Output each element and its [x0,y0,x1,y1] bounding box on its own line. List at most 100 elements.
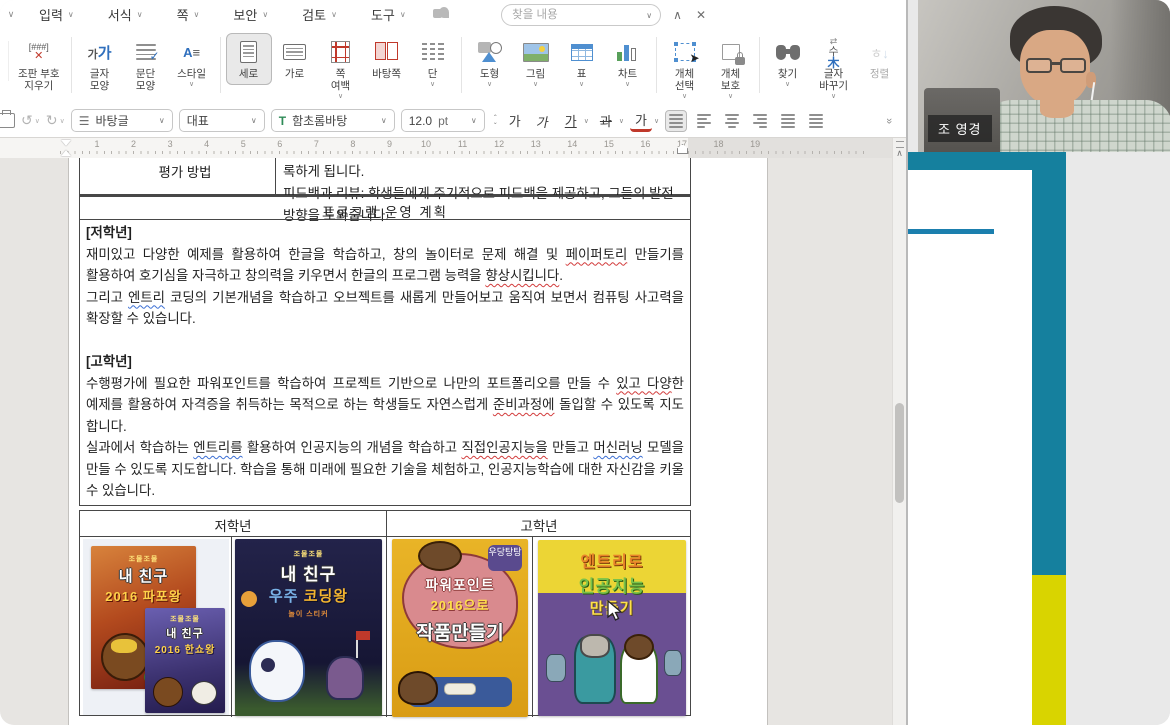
toolbar-picture-button[interactable]: 그림∨ [513,33,559,93]
char-shape-icon: 가가 [88,38,112,66]
chevron-down-icon[interactable]: ∨ [619,117,624,125]
sort-icon: ㅎ↓ [870,38,888,66]
distribute-button[interactable] [805,110,827,132]
align-justify-button[interactable] [665,110,687,132]
horizontal-ruler: 12345678910111213141516171819 [0,138,892,159]
ruler-number: 13 [531,139,541,149]
chevron-down-icon: ∨ [251,116,257,125]
ruler-number: 8 [350,139,355,149]
toolbar-button-label: 조판 부호지우기 [18,68,60,92]
menu-보안[interactable]: 보안∨ [216,5,285,24]
slide-yellow-column [1032,575,1066,725]
menu-bar: ∨ 입력∨서식∨쪽∨보안∨검토∨도구∨ ∨ ∧ ✕ [0,0,906,28]
toolbar-columns-button[interactable]: 단∨ [410,33,456,93]
toolbar-portrait-button[interactable]: 세로 [226,33,272,85]
toolbar-button-label: 글자바꾸기 [819,68,848,92]
book-cover-ppt-making[interactable]: 우당탕탕 파워포인트 2016으로 작품만들기 [392,539,528,717]
toolbar-style-button[interactable]: A≡스타일∨ [169,33,215,93]
font-size-stepper[interactable]: ⌃⌄ [493,116,498,126]
ruler-number: 9 [387,139,392,149]
clipped-menu-chevron: ∨ [0,9,22,20]
align-left-button[interactable] [693,110,715,132]
line-spacing-button[interactable] [777,110,799,132]
redo-button[interactable]: ↻∨ [46,112,65,129]
paragraph-style-dropdown[interactable]: ☰ 바탕글 ∨ [71,109,173,132]
style-preset-dropdown[interactable]: 대표 ∨ [179,109,265,132]
ruler-number: 6 [277,139,282,149]
book-cover-coding-wang[interactable]: 조물조물 내 친구 우주 코딩왕 놀이 스티커 [235,539,382,716]
toolbar-sort-button: ㅎ↓ 정렬 [857,33,903,85]
menu-도구[interactable]: 도구∨ [354,5,423,24]
menu-입력[interactable]: 입력∨ [22,5,91,24]
addon-icon [433,7,451,21]
undo-button[interactable]: ↺∨ [21,112,40,129]
section-title-row: 프로그램 운영 계획 [79,195,691,220]
toolbar-object-select-button[interactable]: ➤개체선택∨ [662,33,708,105]
toolbar-char-shape-button[interactable]: 가가글자모양 [77,33,123,97]
italic-button[interactable]: 가 [529,110,556,132]
font-size-unit: pt [438,114,448,128]
menu-검토[interactable]: 검토∨ [285,5,354,24]
indent-marker[interactable] [61,140,71,156]
find-previous-button[interactable]: ∧ [671,8,684,22]
strikethrough-button[interactable]: 과 [595,110,617,132]
hwp-window: ∨ 입력∨서식∨쪽∨보안∨검토∨도구∨ ∨ ∧ ✕ [###]✕조판 부호지우기… [0,0,906,725]
find-input-box[interactable]: ∨ [501,4,661,26]
bold-button[interactable]: 가 [504,110,526,132]
chevron-down-icon: ∨ [68,10,74,19]
style-preset-value: 대표 [187,112,209,129]
scrollbar-thumb[interactable] [895,403,904,503]
toolbar-table-button[interactable]: 표∨ [559,33,605,93]
font-color-button[interactable]: 가 [630,110,652,132]
toolbar-delete-marks-button[interactable]: [###]✕조판 부호지우기 [12,33,66,97]
toolbar-button-label: 바탕쪽 [372,68,401,80]
vertical-scrollbar[interactable]: ∧ [892,138,906,725]
toolbar-chart-button[interactable]: 차트∨ [605,33,651,93]
toolbar-button-label: 개체보호 [721,68,740,92]
participant-video[interactable]: 조 영경 [918,0,1170,152]
ruler-number: 16 [640,139,650,149]
toolbar-landscape-button[interactable]: 가로 [272,33,318,85]
align-right-button[interactable] [749,110,771,132]
toolbar-find-button[interactable]: 찾기∨ [765,33,811,93]
menu-쪽[interactable]: 쪽∨ [160,5,217,24]
split-handle-icon[interactable] [896,141,904,148]
ruler-number: 18 [714,139,724,149]
document-page[interactable]: 평가 방법 학습 일지: 학생들이 학습한 내용을 정리하고, 개선된 학습 성… [68,158,768,725]
find-close-button[interactable]: ✕ [694,8,708,22]
master-page-icon [375,38,399,66]
font-size-dropdown[interactable]: 12.0 pt ∨ [401,109,485,132]
toolbar-master-page-button[interactable]: 바탕쪽 [364,33,410,85]
underline-button[interactable]: 가 [560,110,582,132]
book-cover-entry-ai[interactable]: 엔트리로 인공지능 만들기 [538,540,686,716]
book-cover-hanso-wang: 조물조물 내 친구 2016 한쇼왕 [145,608,225,713]
chevron-down-icon[interactable]: ∨ [654,117,659,125]
print-icon[interactable] [0,113,15,128]
section-title: 프로그램 운영 계획 [80,201,690,221]
grade-table-header-high: 고학년 [386,515,692,535]
toolbar-button-label: 세로 [239,68,258,80]
align-center-button[interactable] [721,110,743,132]
toolbar-button-label: 개체선택 [675,68,694,92]
toolbar-shapes-button[interactable]: 도형∨ [467,33,513,93]
menu-서식[interactable]: 서식∨ [91,5,160,24]
toolbar-page-margins-button[interactable]: 쪽여백∨ [318,33,364,105]
toolbar-button-label: 정렬 [870,68,889,80]
chevron-down-icon: ∨ [430,82,435,88]
book-photo-papo[interactable]: 조물조물 내 친구 2016 파포왕 조물조물 내 친구 [83,539,229,715]
more-toolbar-chevron[interactable]: » [883,117,895,123]
scroll-up-icon[interactable]: ∧ [893,148,906,159]
toolbar-para-shape-button[interactable]: ✓문단모양 [123,33,169,97]
find-input[interactable] [510,8,642,22]
chevron-down-icon: ∨ [728,94,733,100]
chevron-down-icon: ∨ [137,10,143,19]
toolbar-object-protect-button[interactable]: 개체보호 ∨ [708,33,754,105]
toolbar-button-label: 쪽여백 [331,68,350,92]
ruler-number: 5 [241,139,246,149]
chevron-down-icon: ∨ [194,10,200,19]
toolbar-button-label: 글자모양 [90,68,109,92]
chevron-down-icon[interactable]: ∨ [584,117,589,125]
toolbar-replace-button[interactable]: ⇄수木글자바꾸기∨ [811,33,857,105]
font-dropdown[interactable]: T 함초롬바탕 ∨ [271,109,395,132]
chevron-down-icon[interactable]: ∨ [646,11,652,20]
